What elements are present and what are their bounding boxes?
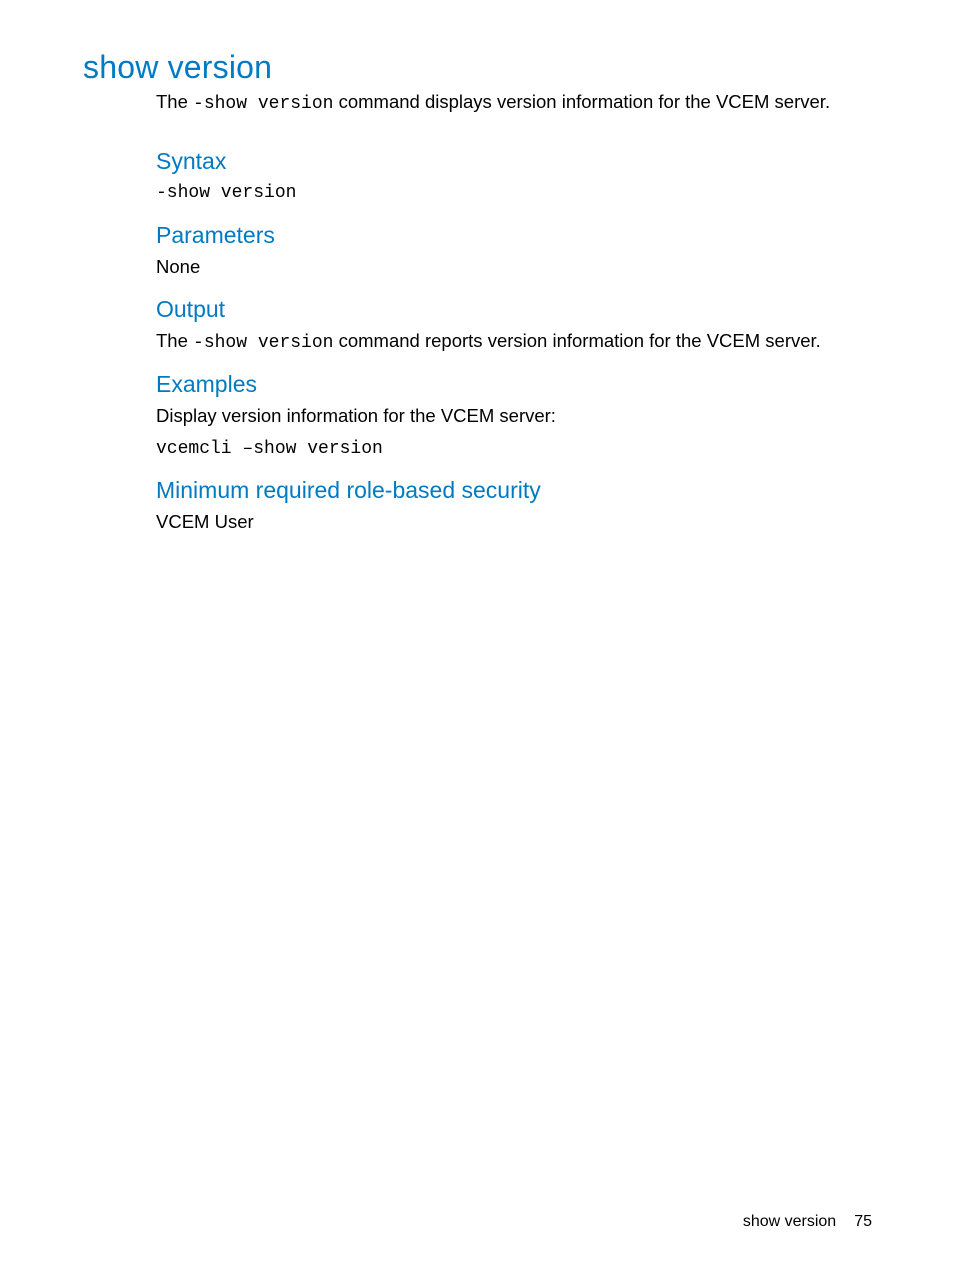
intro-post: command displays version information for… (333, 91, 830, 112)
page-footer: show version 75 (743, 1213, 872, 1231)
examples-text: Display version information for the VCEM… (156, 404, 876, 429)
content-column: The -show version command displays versi… (156, 90, 876, 543)
intro-paragraph: The -show version command displays versi… (156, 90, 876, 116)
output-pre: The (156, 330, 193, 351)
output-post: command reports version information for … (333, 330, 820, 351)
output-paragraph: The -show version command reports versio… (156, 329, 876, 355)
output-heading: Output (156, 294, 876, 325)
parameters-text: None (156, 255, 876, 280)
intro-pre: The (156, 91, 193, 112)
syntax-code: -show version (156, 181, 876, 205)
examples-code: vcemcli –show version (156, 437, 876, 461)
security-heading: Minimum required role-based security (156, 475, 876, 506)
page-title: show version (83, 49, 272, 86)
intro-code: -show version (193, 94, 333, 114)
document-page: show version The -show version command d… (0, 0, 954, 1271)
examples-heading: Examples (156, 369, 876, 400)
footer-page-number: 75 (854, 1213, 872, 1230)
footer-section: show version (743, 1213, 836, 1230)
parameters-heading: Parameters (156, 220, 876, 251)
security-text: VCEM User (156, 510, 876, 535)
output-code: -show version (193, 333, 333, 353)
syntax-heading: Syntax (156, 146, 876, 177)
